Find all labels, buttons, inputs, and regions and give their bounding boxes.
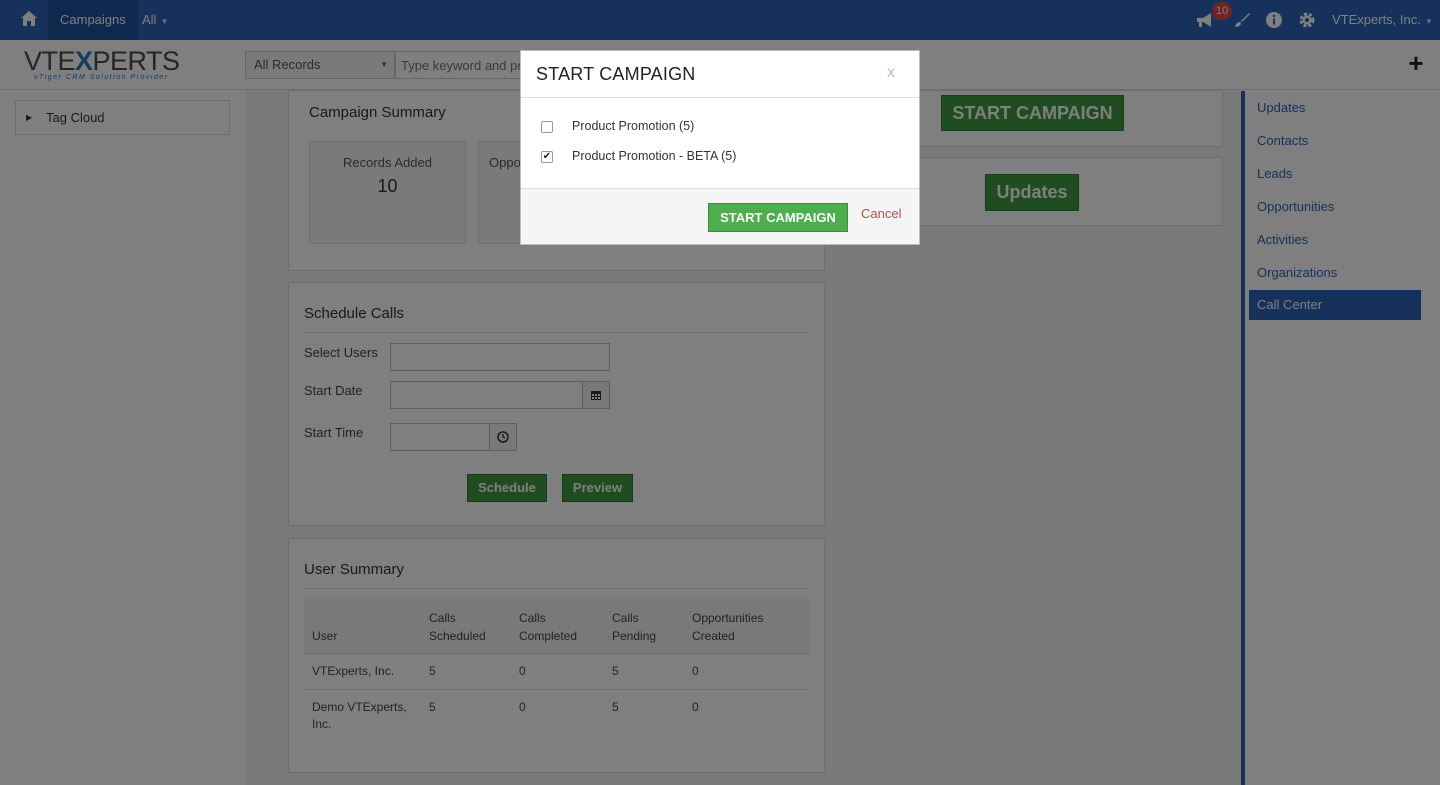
modal-footer: START CAMPAIGN Cancel (521, 188, 919, 244)
checkmark-icon: ✔ (542, 151, 552, 162)
start-campaign-modal: START CAMPAIGN x Product Promotion (5) ✔… (520, 50, 920, 245)
campaign-checkbox-product-promotion[interactable] (541, 121, 553, 133)
modal-title: START CAMPAIGN (536, 64, 696, 84)
campaign-checkbox-product-promotion-beta[interactable]: ✔ (541, 151, 553, 163)
modal-header: START CAMPAIGN x (521, 51, 919, 98)
close-icon[interactable]: x (887, 64, 895, 82)
campaign-option-label: Product Promotion - BETA (5) (572, 149, 737, 163)
modal-start-campaign-button[interactable]: START CAMPAIGN (708, 203, 848, 232)
cancel-link[interactable]: Cancel (861, 206, 901, 221)
campaign-option-label: Product Promotion (5) (572, 119, 695, 133)
